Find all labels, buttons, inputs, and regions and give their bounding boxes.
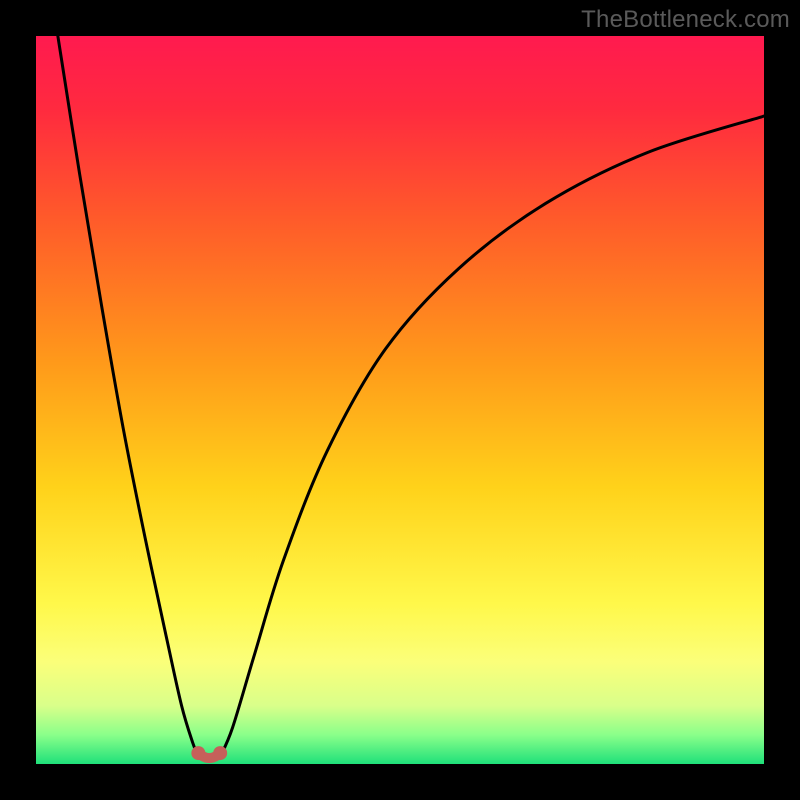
bottleneck-curve-plot: [36, 36, 764, 764]
plot-frame: [36, 36, 764, 764]
curve-left-branch: [58, 36, 199, 757]
watermark-text: TheBottleneck.com: [581, 6, 790, 34]
min-marker-dot: [213, 746, 227, 760]
min-marker-dot: [191, 746, 205, 760]
curve-right-branch: [220, 116, 764, 757]
